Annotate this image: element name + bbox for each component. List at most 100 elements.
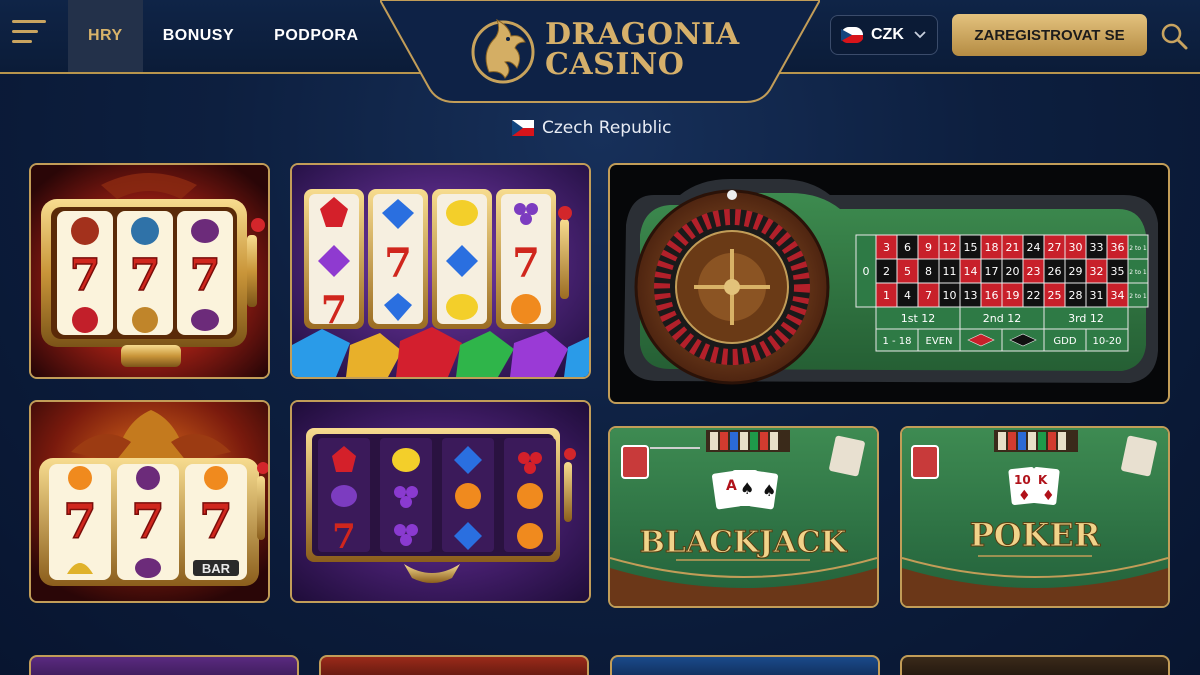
roulette-column-label: 2 to 1 — [1129, 293, 1147, 300]
game-tile-roulette[interactable]: 0 3 6 9 12 15 18 21 24 27 30 33 36 2 to 1 2 5 8 11 14 17 20 2… — [608, 163, 1170, 404]
roulette-number-label: 25 — [1048, 289, 1062, 302]
svg-text:7: 7 — [70, 250, 101, 301]
svg-text:7: 7 — [512, 240, 540, 287]
game-tile-partial-1[interactable] — [29, 655, 299, 675]
gem-slot-art: 7 7 7 — [292, 165, 589, 377]
dragonia-logo[interactable]: DRAGONIA CASINO — [467, 12, 740, 88]
register-button[interactable]: ZAREGISTROVAT SE — [952, 14, 1147, 56]
czech-flag-icon — [512, 120, 534, 136]
roulette-number-label: 2 — [883, 265, 890, 278]
game-tile-gem-slot[interactable]: 7 7 7 — [290, 163, 591, 379]
poker-label: POKER — [970, 516, 1101, 554]
roulette-column-label: 2 to 1 — [1129, 269, 1147, 276]
dragon-slot-art: 7 7 7 — [31, 165, 268, 377]
game-tile-dragon-slot[interactable]: 7 7 7 — [29, 163, 270, 379]
roulette-betting-table: 03 6 9 12 15 18 21 24 27 30 33 36 2 to 12 5 8 11 14 17 20 2… — [855, 234, 1149, 352]
fruit-slot-art: 7 — [292, 402, 589, 601]
golden-dragon-slot-art: 7 7 7 BAR — [31, 402, 268, 601]
svg-text:♦: ♦ — [1042, 488, 1055, 504]
roulette-zero-label: 0 — [863, 265, 870, 278]
logo-line2: CASINO — [545, 47, 685, 82]
roulette-number-label: 33 — [1090, 241, 1104, 254]
game-tile-golden-dragon-slot[interactable]: 7 7 7 BAR — [29, 400, 270, 603]
roulette-number-label: 26 — [1048, 265, 1062, 278]
svg-text:♦: ♦ — [1018, 488, 1031, 504]
game-tile-blackjack[interactable]: A ♠ ♠ BLACKJACK — [608, 426, 879, 608]
search-icon[interactable] — [1160, 22, 1188, 50]
main-nav: HRY BONUSY PODPORA — [68, 0, 379, 72]
game-tile-poker[interactable]: 10 ♦ K ♦ POKER — [900, 426, 1170, 608]
roulette-number-label: 32 — [1090, 265, 1104, 278]
roulette-dozen-label: 3rd 12 — [1068, 312, 1104, 325]
roulette-number-label: 6 — [904, 241, 911, 254]
roulette-number-label: 1 — [883, 289, 890, 302]
bar-symbol-label: BAR — [202, 561, 231, 576]
roulette-number-label: 29 — [1069, 265, 1083, 278]
roulette-number-label: 3 — [883, 241, 890, 254]
nav-item-hry[interactable]: HRY — [68, 0, 143, 72]
roulette-outside-label: GDD — [1053, 336, 1076, 347]
roulette-number-label: 13 — [964, 289, 978, 302]
logo-line1: DRAGONIA — [545, 17, 740, 52]
roulette-number-label: 34 — [1111, 289, 1125, 302]
roulette-wheel — [634, 189, 830, 385]
roulette-number-label: 21 — [1006, 241, 1020, 254]
blackjack-label: BLACKJACK — [639, 525, 847, 560]
poker-art: 10 ♦ K ♦ POKER — [902, 428, 1168, 606]
roulette-number-label: 16 — [985, 289, 999, 302]
svg-text:7: 7 — [332, 517, 356, 557]
roulette-number-label: 22 — [1027, 289, 1041, 302]
nav-item-podpora[interactable]: PODPORA — [254, 0, 378, 72]
roulette-number-label: 14 — [964, 265, 978, 278]
roulette-number-label: 35 — [1111, 265, 1125, 278]
roulette-outside-label: 10-20 — [1092, 336, 1121, 347]
svg-text:7: 7 — [384, 240, 412, 287]
roulette-outside-label: 1 - 18 — [882, 336, 911, 347]
roulette-number-label: 10 — [943, 289, 957, 302]
roulette-number-label: 30 — [1069, 241, 1083, 254]
svg-text:♠: ♠ — [740, 479, 754, 498]
roulette-number-label: 36 — [1111, 241, 1125, 254]
currency-selector[interactable]: CZK — [830, 15, 938, 55]
currency-code: CZK — [871, 26, 904, 43]
game-tile-fruit-slot[interactable]: 7 — [290, 400, 591, 603]
roulette-number-label: 12 — [943, 241, 957, 254]
svg-text:7: 7 — [63, 494, 96, 550]
game-tile-partial-4[interactable] — [900, 655, 1170, 675]
chevron-down-icon — [914, 31, 926, 39]
country-indicator: Czech Republic — [512, 118, 671, 138]
hamburger-menu-icon[interactable] — [12, 20, 50, 52]
blackjack-art: A ♠ ♠ BLACKJACK — [610, 428, 877, 606]
roulette-number-label: 5 — [904, 265, 911, 278]
roulette-number-label: 11 — [943, 265, 957, 278]
roulette-number-label: 4 — [904, 289, 911, 302]
svg-text:♠: ♠ — [762, 481, 776, 500]
game-tile-partial-2[interactable] — [319, 655, 589, 675]
roulette-number-label: 27 — [1048, 241, 1062, 254]
country-name: Czech Republic — [542, 118, 672, 138]
roulette-number-label: 31 — [1090, 289, 1104, 302]
roulette-number-label: 17 — [985, 265, 999, 278]
roulette-art: 03 6 9 12 15 18 21 24 27 30 33 36 2 to 12 5 8 11 14 17 20 2… — [624, 179, 1158, 385]
roulette-number-label: 28 — [1069, 289, 1083, 302]
roulette-number-label: 9 — [925, 241, 932, 254]
roulette-number-label: 19 — [1006, 289, 1020, 302]
roulette-number-label: 24 — [1027, 241, 1041, 254]
czech-flag-icon — [841, 27, 863, 43]
roulette-number-label: 20 — [1006, 265, 1020, 278]
roulette-number-label: 23 — [1027, 265, 1041, 278]
game-tile-partial-3[interactable] — [610, 655, 880, 675]
svg-text:10: 10 — [1014, 473, 1031, 487]
svg-text:K: K — [1038, 473, 1048, 487]
roulette-number-label: 15 — [964, 241, 978, 254]
roulette-number-label: 8 — [925, 265, 932, 278]
roulette-dozen-label: 2nd 12 — [983, 312, 1021, 325]
roulette-number-label: 7 — [925, 289, 932, 302]
svg-text:A: A — [726, 478, 737, 494]
roulette-dozen-label: 1st 12 — [901, 312, 936, 325]
svg-text:7: 7 — [190, 250, 221, 301]
nav-item-bonusy[interactable]: BONUSY — [143, 0, 254, 72]
dragon-logo-icon — [471, 18, 535, 84]
roulette-outside-label: EVEN — [926, 336, 953, 347]
svg-text:7: 7 — [321, 287, 347, 332]
